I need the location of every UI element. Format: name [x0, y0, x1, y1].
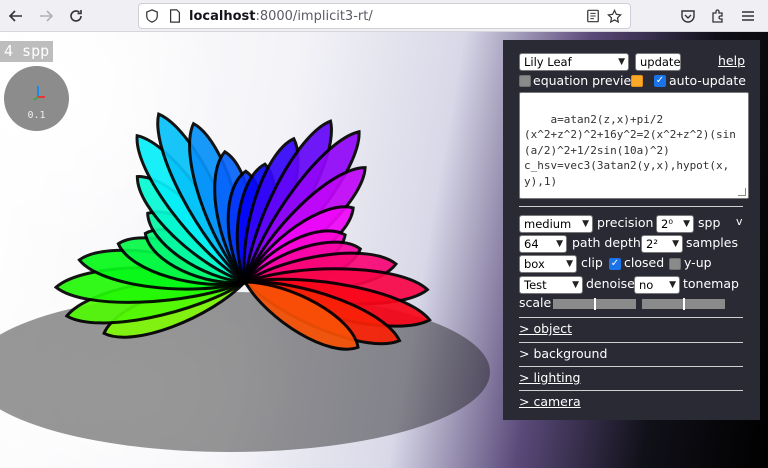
browser-toolbar: localhost:8000/implicit3-rt/ [0, 0, 768, 32]
puzzle-icon [712, 9, 723, 23]
pocket-button[interactable] [677, 5, 699, 27]
tonemap-label: tonemap [683, 276, 739, 291]
path-depth-select-value: 64 [524, 237, 539, 251]
arrow-right-icon [40, 10, 54, 22]
closed-checkbox[interactable]: ✓ [609, 258, 621, 270]
path-depth-select[interactable]: 64 ▼ [519, 235, 567, 253]
tonemap-select[interactable]: no ▼ [634, 276, 680, 294]
chevron-down-icon: ▼ [669, 280, 676, 290]
pocket-icon [681, 10, 695, 23]
hamburger-icon [742, 11, 754, 21]
menu-button[interactable] [737, 5, 759, 27]
chevron-down-icon: ▼ [566, 259, 573, 269]
back-button[interactable] [4, 4, 28, 28]
spp-counter: 4 spp [0, 41, 54, 62]
divider [519, 342, 743, 343]
url-path: :8000/implicit3-rt/ [255, 8, 373, 24]
help-link[interactable]: help [718, 53, 745, 69]
scale-slider-2-thumb[interactable] [682, 298, 685, 310]
auto-update-checkbox[interactable]: ✓ [654, 75, 666, 87]
samples-select[interactable]: 2² ▼ [641, 235, 683, 253]
url-host: localhost [189, 8, 256, 24]
section-camera[interactable]: > camera [519, 394, 581, 410]
address-bar[interactable]: localhost:8000/implicit3-rt/ [138, 3, 631, 29]
axis-icon [33, 86, 45, 101]
scale-label: scale [519, 295, 552, 310]
page-icon [170, 9, 180, 23]
equation-preview-checkbox[interactable] [519, 75, 531, 87]
closed-label: closed [624, 255, 665, 270]
clip-select-value: box [524, 257, 545, 271]
denoise-select-value: Test [524, 278, 547, 292]
scale-slider-2[interactable] [642, 298, 725, 310]
denoise-label: denoise [586, 276, 635, 291]
divider [519, 206, 743, 207]
denoise-select[interactable]: Test ▼ [519, 276, 583, 294]
axis-gizmo[interactable]: 0.1 [4, 66, 69, 131]
arrow-left-icon [8, 10, 22, 22]
spp-label: spp [698, 215, 721, 230]
quality-select[interactable]: medium ▼ [519, 215, 593, 233]
samples-select-value: 2² [646, 237, 658, 251]
section-lighting[interactable]: > lighting [519, 370, 580, 386]
equation-preview-label: equation preview [533, 73, 642, 88]
spp-select-value: 2⁰ [661, 217, 673, 231]
chevron-down-icon: ▼ [683, 219, 690, 229]
divider [519, 390, 743, 391]
divider [519, 366, 743, 367]
y-up-label: y-up [684, 255, 712, 270]
chevron-down-icon: ▼ [556, 239, 563, 249]
scale-slider-1-thumb[interactable] [593, 298, 596, 310]
y-up-checkbox[interactable] [669, 258, 681, 270]
chevron-down-icon: ▼ [582, 219, 589, 229]
section-background[interactable]: > background [519, 346, 607, 362]
reload-button[interactable] [64, 4, 88, 28]
precision-label: precision [597, 215, 654, 230]
tonemap-select-value: no [639, 278, 654, 292]
chevron-down-icon: ▼ [618, 57, 625, 67]
forward-button[interactable] [34, 4, 58, 28]
equation-preview-indicator [631, 75, 643, 87]
shield-icon [146, 9, 158, 23]
samples-label: samples [686, 235, 738, 250]
resize-handle[interactable] [738, 188, 746, 196]
extensions-button[interactable] [707, 5, 729, 27]
spp-select[interactable]: 2⁰ ▼ [656, 215, 694, 233]
divider [519, 317, 743, 318]
path-depth-label: path depth [572, 235, 641, 250]
collapse-toggle[interactable]: v [736, 214, 743, 230]
zoom-readout: 0.1 [27, 110, 46, 121]
control-panel: Lily Leaf ▼ update help equation preview… [503, 40, 760, 420]
star-icon[interactable] [607, 8, 622, 24]
clip-select[interactable]: box ▼ [519, 255, 577, 273]
equation-input[interactable]: a=atan2(z,x)+pi/2 (x^2+z^2)^2+16y^2=2(x^… [519, 92, 749, 199]
preset-select-value: Lily Leaf [524, 55, 572, 69]
reload-icon [70, 10, 82, 22]
reader-view-icon[interactable] [586, 9, 600, 23]
update-button[interactable]: update [635, 53, 681, 71]
auto-update-label: auto-update [669, 73, 746, 88]
quality-select-value: medium [524, 217, 572, 231]
preset-select[interactable]: Lily Leaf ▼ [519, 53, 629, 71]
clip-label: clip [581, 255, 603, 270]
section-object[interactable]: > object [519, 321, 572, 337]
chevron-down-icon: ▼ [672, 239, 679, 249]
scale-slider-1[interactable] [553, 298, 636, 310]
chevron-down-icon: ▼ [572, 280, 579, 290]
equation-text: a=atan2(z,x)+pi/2 (x^2+z^2)^2+16y^2=2(x^… [524, 112, 736, 188]
